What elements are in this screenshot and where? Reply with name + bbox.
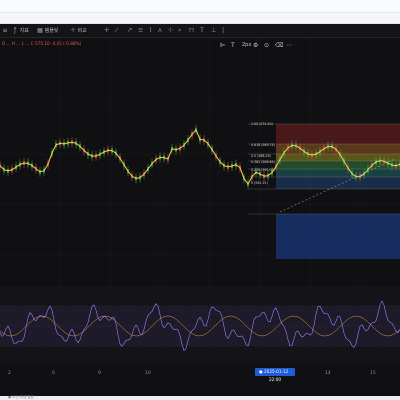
- more-icon[interactable]: ⋯: [286, 42, 292, 49]
- browser-top-bar: [0, 0, 400, 24]
- oscillator-panel: [0, 286, 400, 364]
- fib-level-label: 0.618 (569.74): [251, 143, 275, 147]
- browser-tab-strip: [0, 0, 400, 13]
- fib-retracement: 1.00 (574.40) 0.618 (569.74) 0.5 (568.29) 0…: [248, 122, 400, 259]
- fib-level-label: 1.00 (574.40): [251, 122, 273, 126]
- fib-extension-zone: [276, 214, 400, 259]
- trash-icon[interactable]: ⌫: [275, 42, 283, 49]
- x-axis-label: 6: [52, 370, 55, 376]
- fib-zone: [276, 161, 400, 169]
- edit-text-icon[interactable]: T: [231, 42, 235, 49]
- fib-zone: [276, 154, 400, 161]
- fib-retracement-icon[interactable]: ⊫: [220, 42, 225, 49]
- x-axis-label: 10: [145, 370, 151, 376]
- settings-icon[interactable]: ⚙: [253, 42, 258, 49]
- status-label: ● 코인·마켓 열람: [8, 395, 34, 399]
- price-chart[interactable]: 1.00 (574.40) 0.618 (569.74) 0.5 (568.29) 0…: [0, 24, 400, 396]
- trading-chart-app: ≡ ƒ 지표 ▦ 템플릿 ＋ 비교 ✛ ⁄ ↗ ≡ ⌇ ʌ ⊹ ⌕ ⊓ T ⊥ …: [0, 24, 400, 396]
- x-axis: 2 6 9 10 14 15: [8, 370, 376, 376]
- status-strip: ● 코인·마켓 열람: [0, 395, 400, 400]
- lock-icon[interactable]: ⊙: [264, 42, 269, 49]
- x-axis-label: 2: [8, 370, 11, 376]
- fib-zone: [276, 169, 400, 177]
- fib-level-label: 0.382 (566.84): [251, 160, 275, 164]
- x-axis-label: 14: [325, 370, 331, 376]
- x-axis-label: 9: [98, 370, 101, 376]
- line-width-select[interactable]: 2px: [242, 42, 251, 48]
- x-axis-label: 15: [370, 370, 376, 376]
- fib-level-label: 0 (562.15): [251, 181, 268, 185]
- fib-zone: [276, 124, 400, 144]
- fib-zone: [276, 177, 400, 189]
- crosshair-date-label: ● 2025-01-12 · 22:00: [255, 368, 295, 382]
- fib-level-label: 0.5 (568.29): [251, 154, 271, 158]
